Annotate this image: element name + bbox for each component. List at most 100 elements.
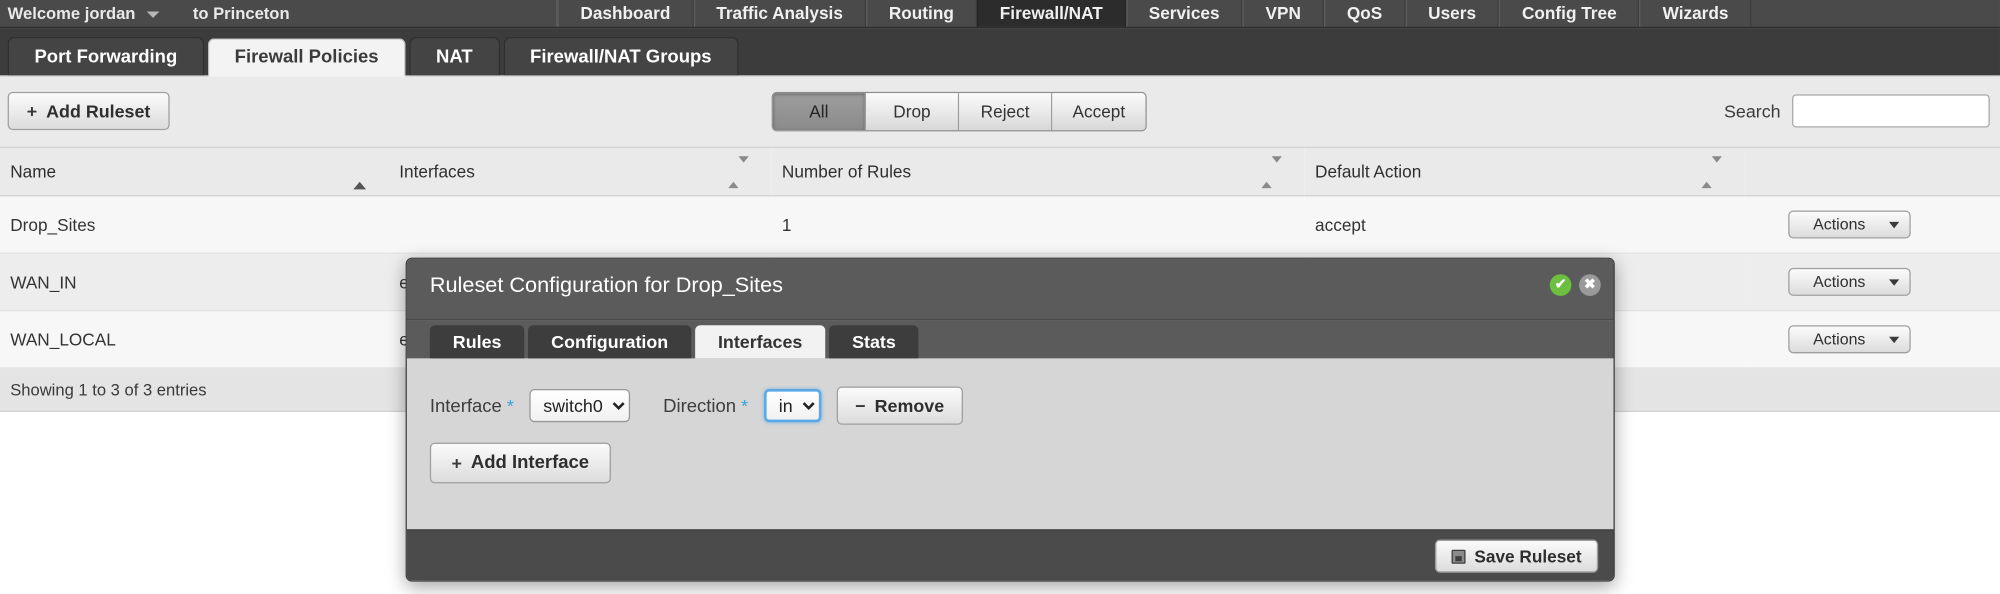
- nav-tab-dashboard[interactable]: Dashboard: [557, 0, 694, 27]
- page-toolbar: + Add Ruleset All Drop Reject Accept Sea…: [0, 76, 2000, 148]
- filter-drop[interactable]: Drop: [866, 93, 960, 131]
- tab-nat[interactable]: NAT: [409, 36, 500, 76]
- cell-actions: Actions: [1744, 195, 2000, 254]
- add-ruleset-button[interactable]: + Add Ruleset: [7, 91, 170, 131]
- interface-label: Interface *: [430, 395, 514, 417]
- nav-tab-config-tree[interactable]: Config Tree: [1498, 0, 1640, 27]
- remove-interface-button[interactable]: − Remove: [836, 386, 964, 425]
- table-header: Name Interfaces Number of Rules Default …: [0, 147, 2000, 197]
- device-name-label: to Princeton: [192, 3, 290, 23]
- nav-tab-wizards[interactable]: Wizards: [1639, 0, 1752, 27]
- search-label: Search: [1724, 100, 1781, 122]
- nav-tab-users[interactable]: Users: [1405, 0, 1499, 27]
- actions-label: Actions: [1813, 215, 1866, 234]
- dialog-footer: Save Ruleset: [406, 529, 1614, 581]
- tab-port-forwarding[interactable]: Port Forwarding: [7, 36, 205, 76]
- dialog-tab-stats[interactable]: Stats: [829, 325, 919, 359]
- add-interface-button[interactable]: + Add Interface: [429, 442, 611, 484]
- column-header-actions: [1744, 147, 2000, 197]
- interface-row: Interface * switch0 Direction * in − Remov…: [430, 386, 1591, 425]
- sort-both-icon: [728, 155, 749, 188]
- filter-reject[interactable]: Reject: [959, 93, 1053, 131]
- nav-tab-vpn[interactable]: VPN: [1242, 0, 1324, 27]
- dialog-body: Interface * switch0 Direction * in − Remov…: [406, 358, 1614, 530]
- nav-tab-traffic-analysis[interactable]: Traffic Analysis: [693, 0, 866, 27]
- actions-label: Actions: [1813, 272, 1866, 291]
- actions-label: Actions: [1813, 330, 1866, 349]
- cell-number-of-rules: 1: [771, 195, 1305, 254]
- column-header-number-of-rules-label: Number of Rules: [781, 161, 912, 182]
- section-tab-bar: Port Forwarding Firewall Policies NAT Fi…: [0, 28, 2000, 77]
- app-root: Welcome jordan to Princeton Dashboard Tr…: [0, 0, 2000, 594]
- interface-select[interactable]: switch0: [529, 389, 630, 423]
- close-icon[interactable]: ✖: [1579, 274, 1601, 296]
- nav-tab-list: Dashboard Traffic Analysis Routing Firew…: [557, 0, 1752, 27]
- welcome-menu[interactable]: Welcome jordan: [0, 0, 170, 27]
- cell-name: Drop_Sites: [0, 195, 390, 254]
- chevron-down-icon: [146, 11, 160, 18]
- column-header-name-label: Name: [10, 161, 57, 182]
- actions-dropdown-button[interactable]: Actions: [1788, 210, 1911, 239]
- welcome-label: Welcome jordan: [7, 3, 136, 23]
- nav-tab-firewall-nat[interactable]: Firewall/NAT: [976, 0, 1126, 27]
- nav-tab-routing[interactable]: Routing: [865, 0, 977, 27]
- filter-accept[interactable]: Accept: [1052, 93, 1146, 131]
- nav-spacer: [302, 0, 558, 27]
- cell-actions: Actions: [1744, 253, 2000, 312]
- dialog-header: Ruleset Configuration for Drop_Sites ✔ ✖: [406, 258, 1614, 321]
- dialog-window-controls: ✔ ✖: [1549, 274, 1601, 296]
- direction-label-text: Direction: [663, 396, 737, 417]
- save-ruleset-button[interactable]: Save Ruleset: [1434, 539, 1599, 573]
- column-header-interfaces-label: Interfaces: [399, 161, 475, 182]
- save-ruleset-label: Save Ruleset: [1474, 546, 1582, 566]
- sort-ascending-icon: [353, 161, 367, 189]
- table-row: Drop_Sites 1 accept Actions: [0, 195, 2000, 254]
- search-input[interactable]: [1792, 94, 1990, 128]
- chevron-down-icon: [1889, 221, 1900, 228]
- nav-tab-services[interactable]: Services: [1125, 0, 1243, 27]
- column-header-name[interactable]: Name: [0, 147, 390, 197]
- chevron-down-icon: [1889, 336, 1900, 343]
- minus-icon: −: [855, 395, 866, 416]
- dialog-tab-rules[interactable]: Rules: [429, 325, 525, 359]
- dialog-tab-interfaces[interactable]: Interfaces: [695, 325, 826, 359]
- interface-label-text: Interface: [429, 396, 502, 417]
- column-header-default-action-label: Default Action: [1315, 161, 1422, 182]
- filter-all[interactable]: All: [772, 93, 867, 131]
- direction-select[interactable]: in: [763, 389, 821, 423]
- sort-both-icon: [1701, 155, 1722, 188]
- action-filter-group: All Drop Reject Accept: [771, 91, 1147, 132]
- plus-icon: +: [451, 452, 462, 474]
- required-marker: *: [506, 394, 514, 416]
- ruleset-configuration-dialog: Ruleset Configuration for Drop_Sites ✔ ✖…: [405, 257, 1615, 582]
- checkmark-icon[interactable]: ✔: [1549, 274, 1572, 296]
- tab-firewall-nat-groups[interactable]: Firewall/NAT Groups: [503, 36, 739, 76]
- save-disk-icon: [1451, 549, 1466, 564]
- chevron-down-icon: [1889, 278, 1900, 286]
- table-header-row: Name Interfaces Number of Rules Default …: [0, 147, 2000, 197]
- nav-tab-qos[interactable]: QoS: [1323, 0, 1406, 27]
- search-area: Search: [1724, 94, 1990, 128]
- add-ruleset-label: Add Ruleset: [46, 100, 151, 122]
- remove-label: Remove: [874, 395, 945, 416]
- column-header-default-action[interactable]: Default Action: [1304, 147, 1745, 197]
- add-interface-row: + Add Interface: [429, 442, 1591, 484]
- top-navigation-bar: Welcome jordan to Princeton Dashboard Tr…: [0, 0, 2000, 29]
- cell-default-action: accept: [1304, 195, 1745, 254]
- sort-both-icon: [1261, 155, 1282, 188]
- actions-dropdown-button[interactable]: Actions: [1788, 325, 1911, 354]
- column-header-interfaces[interactable]: Interfaces: [389, 147, 772, 197]
- dialog-tab-configuration[interactable]: Configuration: [528, 325, 692, 359]
- required-marker: *: [741, 394, 749, 416]
- cell-interfaces: [389, 195, 772, 254]
- cell-name: WAN_IN: [0, 253, 390, 312]
- add-interface-label: Add Interface: [470, 452, 590, 474]
- actions-dropdown-button[interactable]: Actions: [1788, 267, 1911, 296]
- dialog-title: Ruleset Configuration for Drop_Sites: [429, 272, 783, 298]
- cell-name: WAN_LOCAL: [0, 310, 390, 369]
- tab-firewall-policies[interactable]: Firewall Policies: [207, 38, 406, 77]
- dialog-tab-bar: Rules Configuration Interfaces Stats: [406, 320, 1614, 359]
- cell-actions: Actions: [1744, 310, 2000, 369]
- column-header-number-of-rules[interactable]: Number of Rules: [771, 147, 1305, 197]
- direction-label: Direction *: [663, 395, 748, 417]
